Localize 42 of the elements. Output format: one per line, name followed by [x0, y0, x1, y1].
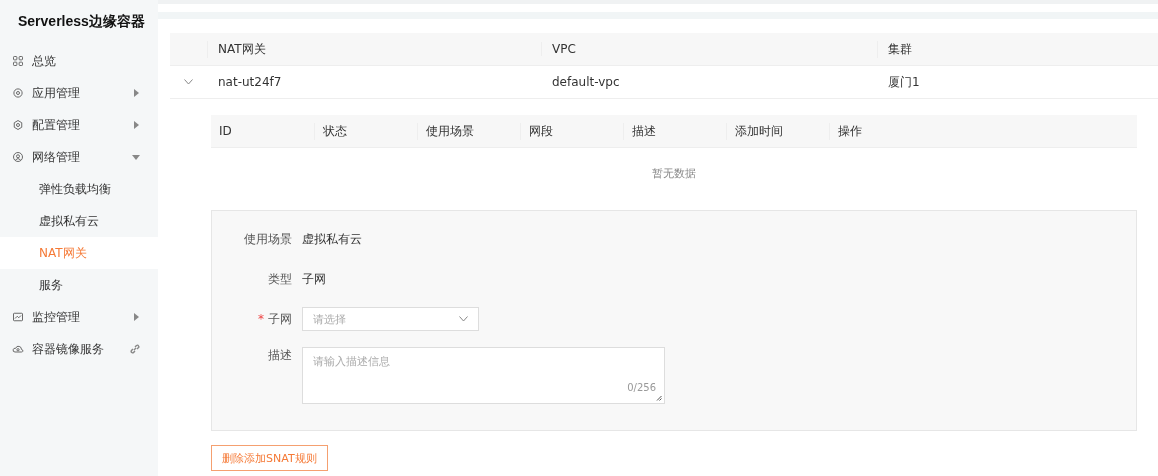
caret-right-icon [132, 313, 140, 321]
field-value: 虚拟私有云 [302, 230, 362, 248]
menu-item[interactable]: 网络管理 [0, 141, 158, 173]
resize-handle-icon[interactable] [656, 395, 662, 401]
caret-right-icon [132, 89, 140, 97]
empty-text: 暂无数据 [652, 166, 696, 181]
table-cell: default-vpc [552, 75, 620, 89]
submenu-item[interactable]: 虚拟私有云 [0, 205, 158, 237]
column-header: 状态 [323, 123, 347, 138]
chevron-down-icon[interactable] [184, 79, 193, 85]
link-icon [130, 344, 140, 354]
table-cell: 厦门1 [888, 74, 920, 89]
column-header: 描述 [632, 123, 656, 138]
column-header: 使用场景 [426, 123, 474, 138]
column-header: VPC [552, 42, 576, 56]
field-label: 类型 [268, 271, 292, 286]
cloud-icon [12, 343, 24, 355]
column-header: 添加时间 [735, 123, 783, 138]
chart-icon [12, 311, 24, 323]
submenu-item[interactable]: 弹性负载均衡 [0, 173, 158, 205]
chevron-down-icon [459, 316, 468, 322]
caret-down-icon [132, 153, 140, 161]
char-counter: 0/256 [627, 382, 656, 393]
field-value: 子网 [302, 270, 326, 288]
column-header: 操作 [838, 123, 862, 138]
caret-right-icon [132, 121, 140, 129]
column-header: NAT网关 [218, 41, 266, 56]
field-label: 描述 [268, 348, 292, 362]
field-label: * 子网 [258, 311, 292, 326]
table-cell: nat-ut24f7 [218, 75, 282, 89]
field-label: 使用场景 [244, 231, 292, 246]
app-title: Serverless边缘容器 [18, 13, 145, 29]
menu-item[interactable]: 配置管理 [0, 109, 158, 141]
column-header: ID [219, 124, 232, 138]
submenu-item[interactable]: 服务 [0, 269, 158, 301]
menu-item[interactable]: 应用管理 [0, 77, 158, 109]
column-header: 集群 [888, 41, 912, 56]
menu-item[interactable]: 监控管理 [0, 301, 158, 333]
menu-item[interactable]: 容器镜像服务 [0, 333, 158, 365]
menu-item[interactable]: 总览 [0, 45, 158, 77]
column-header: 网段 [529, 123, 553, 138]
grid-icon [12, 55, 24, 67]
